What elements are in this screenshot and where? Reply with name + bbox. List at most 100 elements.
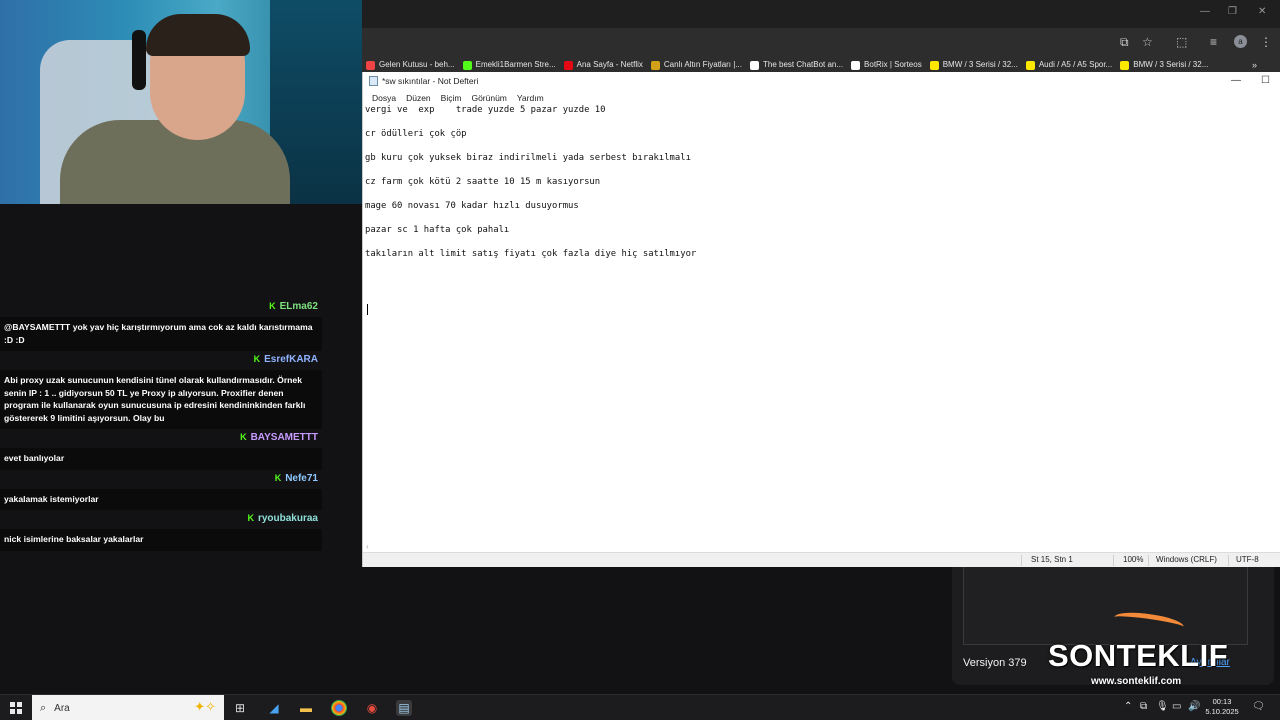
windows-start-icon[interactable] — [10, 702, 22, 714]
bookmark-label: Canlı Altın Fiyatları |... — [663, 60, 742, 69]
profile-avatar-icon[interactable]: a — [1234, 35, 1247, 48]
bookmark-item[interactable]: BotRix | Sorteos — [847, 58, 926, 72]
text-line: gb kuru çok yuksek biraz indirilmeli yad… — [365, 153, 691, 163]
text-caret — [367, 304, 368, 315]
volume-icon[interactable]: 🔊 — [1188, 701, 1200, 712]
menu-duzen[interactable]: Düzen — [401, 93, 436, 103]
kick-badge-icon: K — [240, 432, 247, 442]
taskbar-search[interactable]: ⌕ Ara ✦✧ — [32, 695, 224, 720]
desktop: K ELma62 @BAYSAMETTT yok yav hiç karıştırm… — [0, 0, 1280, 720]
clock-time: 00:13 — [1212, 697, 1232, 706]
chat-username-row: K BAYSAMETTT — [0, 429, 322, 448]
headset — [132, 30, 146, 90]
more-menu-icon[interactable]: ⋮ — [1260, 35, 1272, 49]
search-icon: ⌕ — [40, 701, 47, 714]
status-divider — [1228, 555, 1229, 566]
close-icon[interactable]: ✕ — [1258, 6, 1266, 17]
notepad-minimize-icon[interactable]: — — [1231, 75, 1241, 86]
chat-overlay: K ELma62 @BAYSAMETTT yok yav hiç karıştırm… — [0, 298, 322, 551]
chat-username-row: Kryoubakuraa — [0, 510, 322, 529]
translate-icon[interactable]: ⧉ — [1120, 35, 1129, 50]
webcam-feed — [0, 0, 362, 204]
bookmark-label: BMW / 3 Serisi / 32... — [1133, 60, 1209, 69]
chat-username[interactable]: ryoubakuraa — [258, 513, 318, 524]
chat-message: evet banlıyolar — [0, 448, 322, 470]
microphone-icon[interactable]: 🎙 — [1156, 701, 1169, 712]
bookmark-label: Audi / A5 / A5 Spor... — [1038, 60, 1113, 69]
menu-bicim[interactable]: Biçim — [436, 93, 467, 103]
bookmarks-overflow-icon[interactable]: » — [1252, 58, 1257, 72]
mail-icon — [366, 60, 375, 70]
logo-swoosh — [1113, 609, 1185, 635]
status-line-ending: Windows (CRLF) — [1156, 555, 1217, 564]
bookmark-item[interactable]: Audi / A5 / A5 Spor... — [1022, 58, 1116, 72]
bookmark-label: Emekli1Barmen Stre... — [475, 60, 556, 69]
bookmark-label: BotRix | Sorteos — [864, 60, 922, 69]
status-encoding: UTF-8 — [1236, 555, 1259, 564]
status-divider — [1021, 555, 1022, 566]
sahibinden-icon — [1025, 60, 1035, 70]
widget-version: Versiyon 379 — [963, 657, 1027, 669]
bookmark-item[interactable]: BMW / 3 Serisi / 32... — [1116, 58, 1212, 72]
notepad-statusbar: St 15, Stn 1 100% Windows (CRLF) UTF-8 — [363, 552, 1280, 567]
status-zoom: 100% — [1123, 555, 1144, 564]
file-explorer-icon[interactable]: ▬ — [298, 700, 314, 716]
chrome-icon[interactable] — [331, 700, 347, 716]
bookmark-star-icon[interactable]: ☆ — [1142, 35, 1153, 49]
text-line: cz farm çok kötü 2 saatte 10 15 m kasıyo… — [365, 177, 601, 187]
bookmark-item[interactable]: BMW / 3 Serisi / 32... — [926, 58, 1022, 72]
bookmark-item[interactable]: Canlı Altın Fiyatları |... — [647, 58, 746, 72]
horizontal-scrollbar[interactable]: ‹ — [363, 542, 1280, 552]
restore-icon[interactable]: ❐ — [1228, 6, 1237, 17]
menu-gorunum[interactable]: Görünüm — [466, 93, 511, 103]
notepad-titlebar: *sw sıkıntılar - Not Defteri — [363, 72, 1280, 90]
notepad-maximize-icon[interactable]: ☐ — [1261, 75, 1270, 86]
bookmark-item[interactable]: Emekli1Barmen Stre... — [459, 58, 560, 72]
text-line: cr ödülleri çok çöp — [365, 129, 467, 139]
network-icon[interactable]: ▭ — [1172, 701, 1181, 712]
taskbar-clock[interactable]: 00:13 5.10.2025 — [1200, 697, 1244, 717]
menu-dosya[interactable]: Dosya — [367, 93, 401, 103]
text-line: pazar sc 1 hafta çok pahalı — [365, 225, 510, 235]
streamer-hair — [146, 14, 250, 56]
chat-message: yakalamak istemiyorlar — [0, 488, 322, 510]
bookmark-label: BMW / 3 Serisi / 32... — [942, 60, 1018, 69]
chat-username[interactable]: BAYSAMETTT — [251, 432, 318, 443]
bookmark-item[interactable]: Gelen Kutusu - beh... — [362, 58, 459, 72]
browser-window: — ❐ ✕ ⧉ ☆ ⬚ ≡ a ⋮ Gelen Kutusu - beh... E… — [362, 0, 1280, 72]
minimize-icon[interactable]: — — [1200, 6, 1210, 17]
chat-username[interactable]: Nefe71 — [285, 473, 318, 484]
kick-badge-icon: K — [253, 354, 261, 364]
kick-icon — [462, 60, 472, 70]
bookmark-label: Ana Sayfa - Netflix — [576, 60, 643, 69]
chat-message: nick isimlerine baksalar yakalarlar — [0, 529, 322, 551]
text-line: mage 60 novası 70 kadar hızlı dusuyormus — [365, 201, 579, 211]
kick-badge-icon: K — [274, 472, 282, 483]
menu-yardim[interactable]: Yardım — [512, 93, 549, 103]
app-icon[interactable]: ◢ — [266, 700, 282, 716]
sahibinden-icon — [929, 60, 939, 70]
notifications-icon[interactable]: 🗨 — [1252, 701, 1265, 712]
bookmark-label: Gelen Kutusu - beh... — [379, 60, 455, 69]
logo-wordmark: SONTEKLIF — [1048, 638, 1229, 673]
bookmarks-bar: Gelen Kutusu - beh... Emekli1Barmen Stre.… — [362, 58, 1280, 72]
reading-list-icon[interactable]: ≡ — [1210, 35, 1217, 49]
notepad-text-area[interactable]: vergi ve exp trade yuzde 5 pazar yuzde 1… — [365, 104, 1265, 542]
text-line: vergi ve exp trade yuzde 5 pazar yuzde 1… — [365, 105, 606, 115]
chat-username[interactable]: ELma62 — [280, 301, 318, 312]
tray-overflow-icon[interactable]: ⌃ — [1124, 701, 1132, 712]
extensions-icon[interactable]: ⬚ — [1176, 35, 1187, 49]
task-view-icon[interactable]: ⊞ — [232, 700, 248, 716]
bookmark-item[interactable]: The best ChatBot an... — [746, 58, 847, 72]
chat-message: Abi proxy uzak sunucunun kendisini tünel… — [0, 370, 322, 429]
notepad-taskbar-icon[interactable]: ▤ — [396, 700, 412, 716]
logo-url: www.sonteklif.com — [1091, 676, 1182, 687]
chat-username[interactable]: EsrefKARA — [264, 354, 318, 365]
obs-icon[interactable]: ◉ — [364, 700, 380, 716]
bookmark-item[interactable]: Ana Sayfa - Netflix — [560, 58, 647, 72]
chat-username-row: K Nefe71 — [0, 470, 322, 489]
browser-tab-strip: — ❐ ✕ — [362, 0, 1280, 28]
chat-message: @BAYSAMETTT yok yav hiç karıştırmıyorum … — [0, 317, 322, 351]
notepad-app-icon — [369, 76, 378, 86]
tray-app-icon[interactable]: ⧉ — [1140, 701, 1147, 712]
